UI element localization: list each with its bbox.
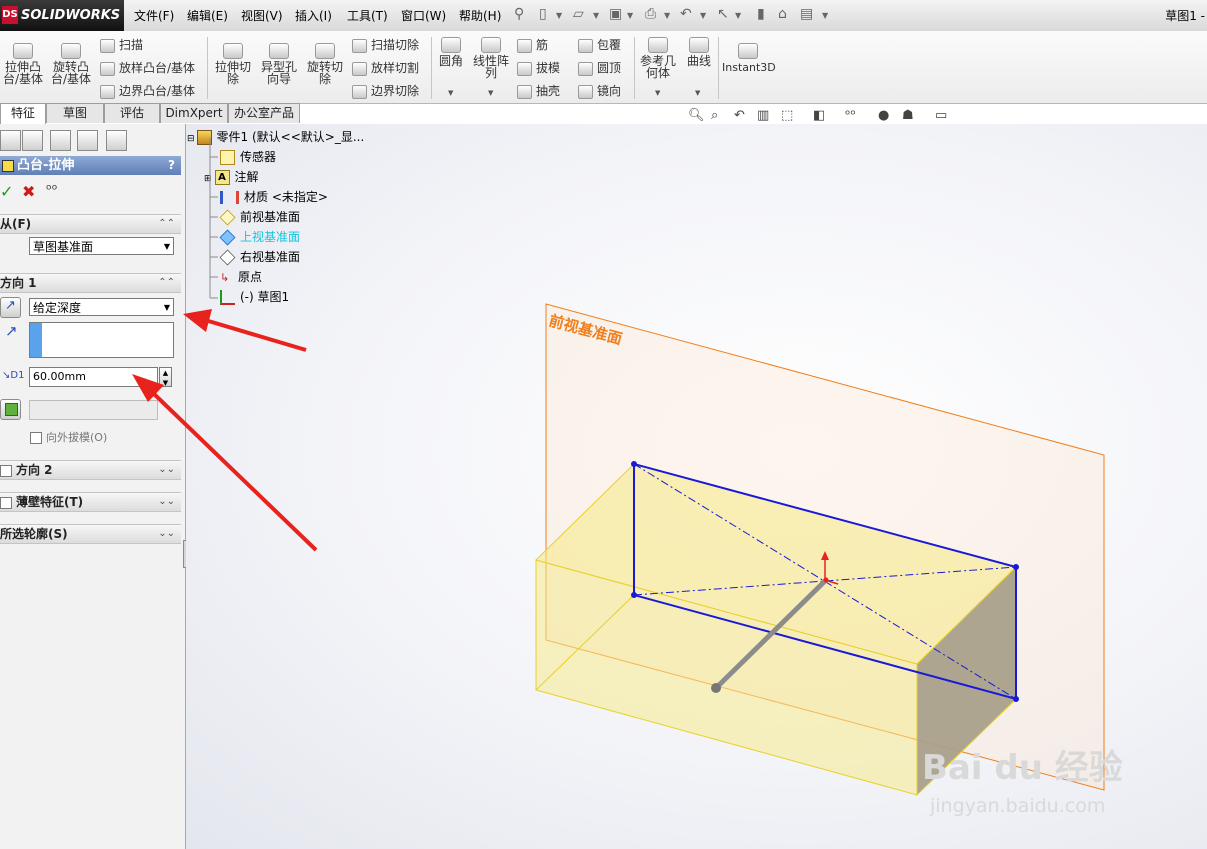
baidu-watermark: Bai du 经验: [922, 748, 1123, 788]
annotation-arrowhead: [183, 309, 212, 332]
annotation-arrow: [150, 390, 318, 552]
sketch-point[interactable]: [1013, 696, 1019, 702]
origin-point: [823, 577, 829, 583]
sketch-point[interactable]: [1013, 564, 1019, 570]
sketch-point[interactable]: [631, 592, 637, 598]
model-viewport: 前视基准面: [132, 303, 1105, 797]
sketch-point[interactable]: [631, 461, 637, 467]
annotation-arrow: [204, 318, 307, 352]
baidu-watermark-url: jingyan.baidu.com: [930, 795, 1106, 817]
drag-handle-end[interactable]: [711, 683, 721, 693]
